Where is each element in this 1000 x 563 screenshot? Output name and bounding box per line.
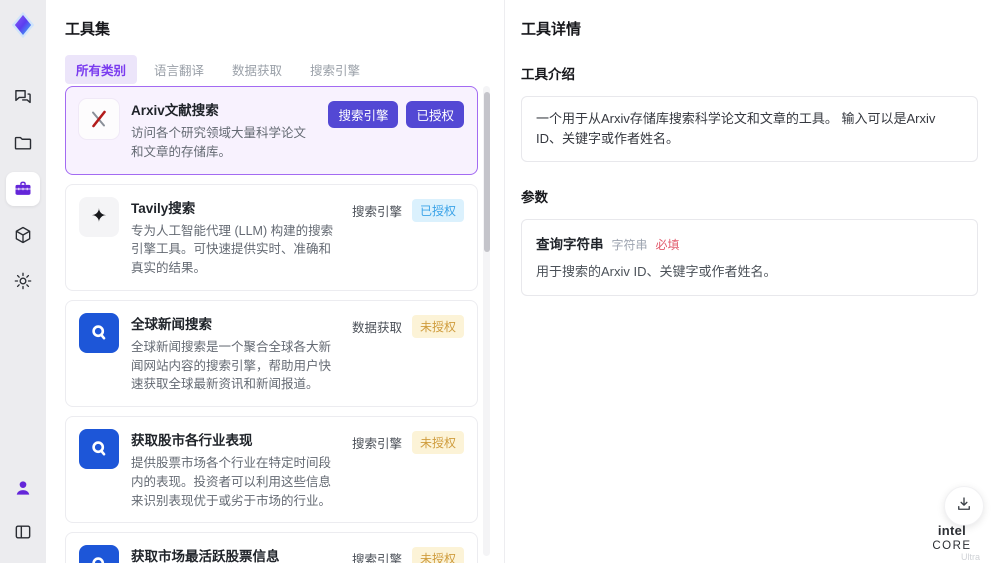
- params-list: 查询字符串 字符串 必填 用于搜索的Arxiv ID、关键字或作者姓名。: [521, 219, 978, 296]
- gear-icon[interactable]: [6, 264, 40, 298]
- user-icon[interactable]: [6, 471, 40, 505]
- layout-panel-icon[interactable]: [6, 515, 40, 549]
- core-brand-text: CORE: [932, 540, 972, 553]
- category-tab[interactable]: 所有类别: [65, 55, 138, 84]
- intel-core-logo: intel CORE Ultra: [920, 523, 984, 563]
- param-item: 查询字符串 字符串 必填 用于搜索的Arxiv ID、关键字或作者姓名。: [521, 219, 978, 296]
- category-tab[interactable]: 数据获取: [221, 55, 293, 84]
- sparkle-icon: ✦: [91, 206, 107, 227]
- params-heading: 参数: [521, 190, 548, 206]
- cube-icon[interactable]: [6, 218, 40, 252]
- brand-sub-text: Ultra: [960, 551, 980, 562]
- download-button[interactable]: [944, 486, 984, 526]
- download-icon: [955, 495, 973, 518]
- tool-auth-badge: 未授权: [411, 431, 464, 454]
- intel-brand-text: intel: [937, 523, 967, 538]
- scrollbar-thumb[interactable]: [483, 92, 490, 252]
- param-desc: 用于搜索的Arxiv ID、关键字或作者姓名。: [536, 264, 777, 280]
- detail-title: 工具详情: [521, 21, 582, 38]
- tool-category-badge: 搜索引擎: [351, 204, 402, 219]
- tool-auth-badge: 已授权: [411, 198, 464, 222]
- folder-icon[interactable]: [6, 126, 40, 160]
- rail-nav: [6, 80, 40, 298]
- search-blue-icon: [79, 545, 119, 563]
- tool-title: Arxiv文献搜索: [131, 103, 219, 118]
- list-scrollbar[interactable]: [483, 86, 490, 556]
- chat-icon[interactable]: [6, 80, 40, 114]
- tool-list-panel: 工具集 所有类别 语言翻译 数据获取 搜索引擎 Arxiv文献搜索 访问各个研究…: [46, 0, 504, 563]
- arxiv-icon: [79, 99, 119, 139]
- rail-bottom: [0, 471, 46, 549]
- category-tab[interactable]: 语言翻译: [143, 55, 215, 84]
- intro-text-box: 一个用于从Arxiv存储库搜索科学论文和文章的工具。 输入可以是Arxiv ID…: [521, 96, 978, 163]
- tool-card[interactable]: Arxiv文献搜索 访问各个研究领域大量科学论文和文章的存储库。 搜索引擎 已授…: [65, 86, 478, 175]
- tool-desc: 全球新闻搜索是一个聚合全球各大新闻网站内容的搜索引擎，帮助用户快速获取全球最新资…: [131, 339, 332, 392]
- tool-auth-badge: 未授权: [411, 547, 464, 563]
- tool-list: Arxiv文献搜索 访问各个研究领域大量科学论文和文章的存储库。 搜索引擎 已授…: [65, 86, 478, 563]
- tool-auth-badge: 未授权: [411, 314, 464, 338]
- tool-desc: 提供股票市场各个行业在特定时间段内的表现。投资者可以利用这些信息来识别表现优于或…: [131, 456, 332, 508]
- tool-title: 获取市场最活跃股票信息: [131, 549, 280, 563]
- tool-title: 获取股市各行业表现: [131, 433, 253, 448]
- page-title: 工具集: [65, 21, 111, 38]
- search-blue-icon: [79, 312, 119, 353]
- intro-heading: 工具介绍: [521, 67, 575, 82]
- tool-desc: 访问各个研究领域大量科学论文和文章的存储库。: [131, 126, 307, 159]
- tool-detail-panel: 工具详情 工具介绍 一个用于从Arxiv存储库搜索科学论文和文章的工具。 输入可…: [504, 0, 1000, 563]
- tool-desc: 专为人工智能代理 (LLM) 构建的搜索引擎工具。可快速提供实时、准确和真实的结…: [131, 223, 334, 276]
- tool-category-badge: 数据获取: [351, 320, 402, 335]
- param-type: 字符串: [611, 238, 648, 253]
- briefcase-icon-toolset[interactable]: [6, 172, 40, 206]
- tool-card[interactable]: ✦ Tavily搜索 专为人工智能代理 (LLM) 构建的搜索引擎工具。可快速提…: [65, 183, 478, 291]
- left-rail: [0, 0, 46, 563]
- tool-card[interactable]: 获取股市各行业表现 提供股票市场各个行业在特定时间段内的表现。投资者可以利用这些…: [65, 416, 478, 524]
- sparkle-icon: ✦: [79, 196, 119, 237]
- tool-title: Tavily搜索: [131, 200, 196, 216]
- category-tabs: 所有类别 语言翻译 数据获取 搜索引擎: [65, 55, 371, 84]
- tool-category-badge: 搜索引擎: [351, 553, 402, 563]
- app-window: 工具集 所有类别 语言翻译 数据获取 搜索引擎 Arxiv文献搜索 访问各个研究…: [0, 0, 1000, 563]
- tool-card[interactable]: 全球新闻搜索 全球新闻搜索是一个聚合全球各大新闻网站内容的搜索引擎，帮助用户快速…: [65, 299, 478, 407]
- tool-card[interactable]: 获取市场最活跃股票信息 提供当天交易量最高的股票列表，投资者可以利用这些信息来识…: [65, 532, 478, 563]
- tool-category-badge: 搜索引擎: [328, 101, 399, 128]
- search-blue-icon: [79, 429, 119, 469]
- app-logo-gem-icon[interactable]: [8, 10, 38, 40]
- tool-category-badge: 搜索引擎: [351, 437, 402, 451]
- tool-title: 全球新闻搜索: [131, 316, 212, 332]
- tool-auth-badge: 已授权: [406, 101, 464, 128]
- param-name: 查询字符串: [536, 237, 604, 253]
- category-tab[interactable]: 搜索引擎: [299, 55, 371, 84]
- param-required-flag: 必填: [655, 238, 680, 253]
